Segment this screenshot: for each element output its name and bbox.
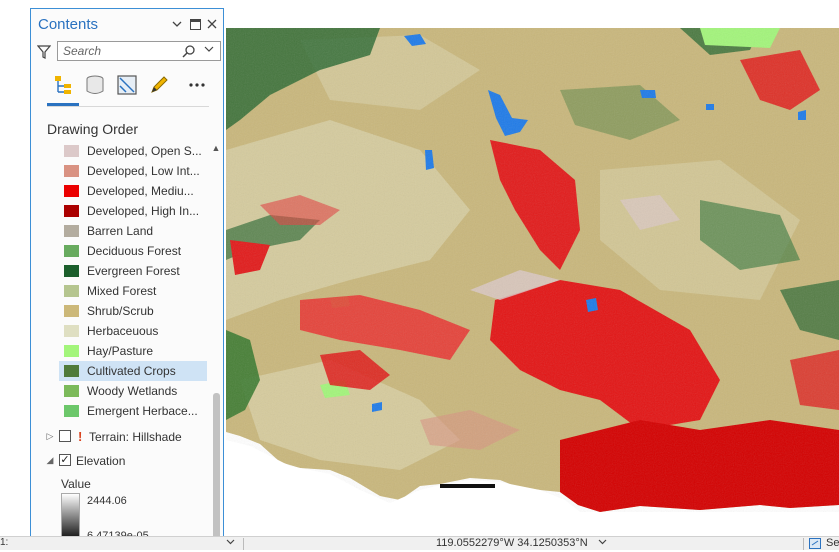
search-box[interactable] [57, 41, 221, 61]
legend-item[interactable]: Mixed Forest [59, 281, 207, 301]
legend-swatch [64, 185, 79, 197]
legend-item[interactable]: Evergreen Forest [59, 261, 207, 281]
coordinate-readout: 119.0552279°W 34.1250353°N [436, 537, 588, 549]
legend-swatch [64, 245, 79, 257]
pane-header: Contents [31, 9, 223, 41]
search-row [35, 41, 221, 63]
legend-item-label: Woody Wetlands [87, 384, 178, 398]
legend-item[interactable]: Developed, Low Int... [59, 161, 207, 181]
legend-swatch [64, 205, 79, 217]
close-icon[interactable] [205, 17, 219, 31]
legend-item-label: Mixed Forest [87, 284, 157, 298]
legend-item[interactable]: Cultivated Crops [59, 361, 207, 381]
layer-label: Elevation [76, 454, 126, 468]
status-divider [243, 538, 244, 550]
list-by-selection-icon[interactable] [115, 73, 139, 97]
legend-item-label: Evergreen Forest [87, 264, 180, 278]
black-nodata-strip [440, 484, 495, 488]
scroll-thumb[interactable] [213, 393, 220, 543]
pane-scrollbar[interactable]: ▲ [210, 141, 222, 549]
collapse-icon[interactable]: ◢ [45, 455, 55, 466]
legend-item[interactable]: Woody Wetlands [59, 381, 207, 401]
dock-icon[interactable] [188, 17, 202, 31]
elevation-max-label: 2444.06 [87, 495, 127, 507]
legend-swatch [64, 405, 79, 417]
legend-swatch [64, 165, 79, 177]
layer-label: Terrain: Hillshade [89, 430, 182, 444]
legend-item-label: Developed, High In... [87, 204, 200, 218]
legend-item[interactable]: Developed, High In... [59, 201, 207, 221]
chevron-down-icon[interactable] [170, 17, 184, 31]
warning-icon: ! [78, 429, 83, 444]
search-input[interactable] [63, 43, 183, 59]
legend-item[interactable]: Emergent Herbace... [59, 401, 207, 421]
chevron-down-icon[interactable] [598, 537, 607, 547]
legend-item-label: Barren Land [87, 224, 154, 238]
legend-item[interactable]: Deciduous Forest [59, 241, 207, 261]
legend-item-label: Shrub/Scrub [87, 304, 154, 318]
contents-toolbar [47, 73, 217, 107]
legend-item[interactable]: Barren Land [59, 221, 207, 241]
legend-item-label: Deciduous Forest [87, 244, 182, 258]
more-icon[interactable] [185, 73, 209, 97]
chevron-down-icon[interactable] [226, 537, 235, 547]
legend-item-label: Emergent Herbace... [87, 404, 198, 418]
legend-swatch [64, 285, 79, 297]
layer-visibility-checkbox[interactable] [59, 430, 71, 442]
drawing-order-heading: Drawing Order [47, 121, 139, 137]
legend-swatch [64, 365, 79, 377]
layer-visibility-checkbox[interactable]: ✓ [59, 454, 71, 466]
legend-item-label: Developed, Low Int... [87, 164, 200, 178]
legend-item-label: Herbaceuous [87, 324, 159, 338]
status-bar: 1: 119.0552279°W 34.1250353°N Se [0, 536, 839, 550]
legend-swatch [64, 325, 79, 337]
legend-item[interactable]: Hay/Pasture [59, 341, 207, 361]
legend-swatch [64, 145, 79, 157]
scroll-up-icon[interactable]: ▲ [210, 143, 222, 155]
legend-item-label: Hay/Pasture [87, 344, 154, 358]
list-by-drawing-order-icon[interactable] [51, 73, 75, 97]
legend-swatch [64, 385, 79, 397]
pane-title: Contents [38, 16, 99, 33]
legend-item-label: Developed, Open S... [87, 144, 202, 158]
list-by-editing-icon[interactable] [147, 73, 171, 97]
selection-label: Se [826, 537, 839, 549]
layer-terrain-hillshade[interactable]: ▷ ! Terrain: Hillshade [45, 427, 215, 447]
legend-swatch [64, 225, 79, 237]
legend-item[interactable]: Developed, Mediu... [59, 181, 207, 201]
legend-item-label: Cultivated Crops [87, 364, 176, 378]
layer-elevation[interactable]: ◢ ✓ Elevation [45, 451, 215, 471]
contents-pane: Contents Search Drawing Order Developed,… [30, 8, 224, 550]
legend-item[interactable]: Shrub/Scrub [59, 301, 207, 321]
search-icon[interactable] [182, 44, 196, 58]
list-by-data-source-icon[interactable] [83, 73, 107, 97]
elevation-value-heading: Value [61, 477, 91, 491]
status-divider [803, 538, 804, 550]
scale-field[interactable]: 1: [0, 537, 30, 550]
legend-swatch [64, 265, 79, 277]
chevron-down-icon[interactable] [203, 45, 215, 57]
selection-icon[interactable] [809, 538, 821, 549]
legend-item[interactable]: Developed, Open S... [59, 141, 207, 161]
legend-item[interactable]: Herbaceuous [59, 321, 207, 341]
legend-item-label: Developed, Mediu... [87, 184, 194, 198]
legend-swatch [64, 305, 79, 317]
legend-swatch [64, 345, 79, 357]
toolbar-divider [47, 106, 209, 107]
filter-icon[interactable] [36, 44, 52, 60]
expand-icon[interactable]: ▷ [45, 431, 55, 442]
